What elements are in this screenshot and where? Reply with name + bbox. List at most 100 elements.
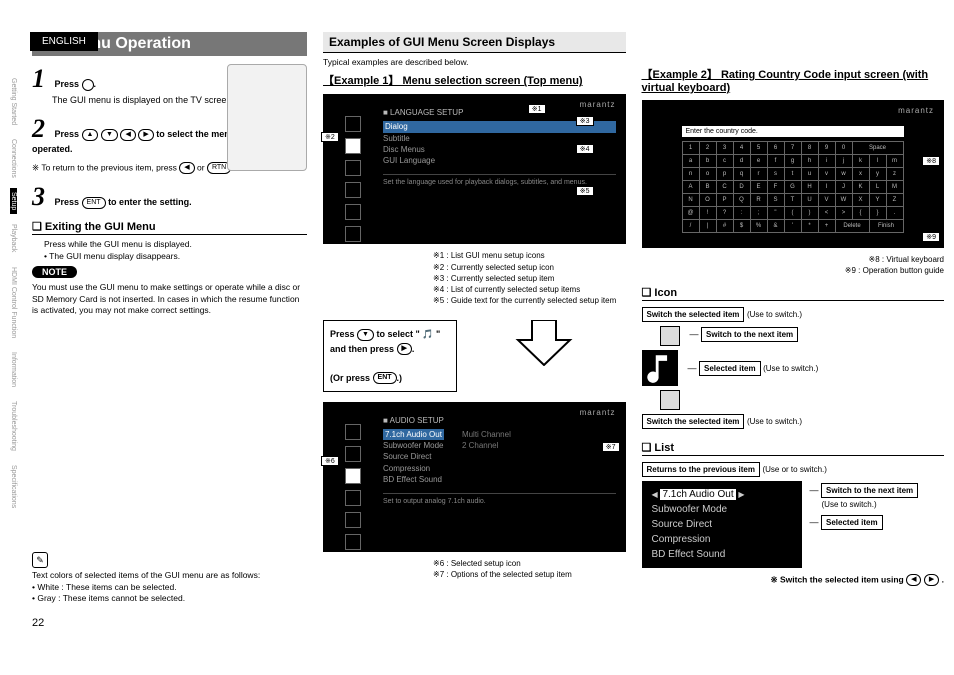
list-item: Subwoofer Mode bbox=[652, 504, 728, 515]
screen-guide-text: Set the language used for playback dialo… bbox=[383, 174, 616, 186]
side-tab: Connections bbox=[10, 135, 17, 182]
example1-legend: ※1 : List GUI menu setup icons ※2 : Curr… bbox=[433, 250, 626, 306]
menu-item: Subtitle bbox=[383, 133, 616, 144]
label-selected: Selected item bbox=[699, 361, 761, 376]
left-key-icon: ◀ bbox=[906, 574, 921, 586]
brand-label: marantz bbox=[580, 408, 616, 417]
right-key-icon: ▶ bbox=[924, 574, 939, 586]
examples-intro: Typical examples are described below. bbox=[323, 57, 626, 68]
colors-white: • White : These items can be selected. bbox=[32, 582, 307, 593]
label-selected: Selected item bbox=[821, 515, 883, 530]
callout-1: ※1 bbox=[528, 104, 546, 114]
callout-8: ※8 bbox=[922, 156, 940, 166]
icon-heading: ❑ Icon bbox=[642, 286, 945, 301]
callout-7: ※7 bbox=[602, 442, 620, 452]
step-text: Press bbox=[55, 129, 82, 139]
step-number: 1 bbox=[32, 64, 52, 94]
example1-screen: marantz ■ LANGUAGE SETUP Dialog Subtitle… bbox=[323, 94, 626, 244]
example1-heading: 【Example 1】 Menu selection screen (Top m… bbox=[323, 72, 626, 88]
example1b-legend: ※6 : Selected setup icon ※7 : Options of… bbox=[433, 558, 626, 580]
label-switch-bot: Switch the selected item bbox=[642, 414, 745, 429]
setup-category-icon bbox=[345, 160, 361, 176]
enter-key-icon: ENT bbox=[82, 197, 106, 209]
callout-4: ※4 bbox=[576, 144, 594, 154]
callout-5: ※5 bbox=[576, 186, 594, 196]
example2-heading: 【Example 2】 Rating Country Code input sc… bbox=[642, 66, 945, 94]
example2-screen: marantz Enter the country code. 12345678… bbox=[642, 100, 945, 248]
step-text: Press bbox=[55, 197, 82, 207]
use-hint: (Use to switch.) bbox=[822, 500, 919, 509]
page-number: 22 bbox=[32, 617, 944, 629]
up-key-icon: ▲ bbox=[82, 129, 99, 141]
setup-category-icon bbox=[345, 182, 361, 198]
use-hint: (Use or to switch.) bbox=[762, 465, 826, 474]
setup-category-icon-selected bbox=[345, 138, 361, 154]
menu-item: Subwoofer Mode bbox=[383, 440, 444, 451]
screen-guide-text: Set to output analog 7.1ch audio. bbox=[383, 493, 616, 505]
callout-9: ※9 bbox=[922, 232, 940, 242]
side-tab: Troubleshooting bbox=[10, 397, 17, 455]
list-item: BD Effect Sound bbox=[652, 549, 726, 560]
right-key-icon: ▶ bbox=[138, 129, 153, 141]
side-tab-active: Setup bbox=[10, 188, 17, 214]
return-note: ※ To return to the previous item, press bbox=[32, 162, 179, 172]
label-switch-top: Switch the selected item bbox=[642, 307, 745, 322]
list-box: ◀ 7.1ch Audio Out ▶ Subwoofer Mode Sourc… bbox=[642, 481, 802, 568]
example2-legend: ※8 : Virtual keyboard ※9 : Operation but… bbox=[642, 254, 945, 276]
pencil-icon: ✎ bbox=[32, 552, 48, 568]
side-tab: Playback bbox=[10, 220, 17, 256]
label-return: Returns to the previous item bbox=[642, 462, 760, 477]
example1b-screen: marantz ■ AUDIO SETUP 7.1ch Audio Out Su… bbox=[323, 402, 626, 552]
note-body: You must use the GUI menu to make settin… bbox=[32, 282, 307, 316]
callout-3: ※3 bbox=[576, 116, 594, 126]
use-hint: (Use to switch.) bbox=[747, 417, 802, 426]
left-key-icon: ◀ bbox=[179, 162, 194, 174]
colors-gray: • Gray : These items cannot be selected. bbox=[32, 593, 307, 604]
down-key-icon: ▼ bbox=[101, 129, 118, 141]
right-key-icon: ▶ bbox=[397, 343, 412, 355]
instruction-box: Press ▼ to select " 🎵 " and then press ▶… bbox=[323, 320, 457, 392]
keyboard-input-field: Enter the country code. bbox=[682, 126, 905, 137]
callout-6: ※6 bbox=[321, 456, 339, 466]
exit-bullet: • The GUI menu display disappears. bbox=[44, 251, 307, 262]
setup-category-icon bbox=[345, 116, 361, 132]
menu-item: BD Effect Sound bbox=[383, 474, 444, 485]
step-number: 3 bbox=[32, 182, 52, 212]
down-arrow-icon bbox=[514, 320, 574, 366]
right-tri-icon: ▶ bbox=[738, 489, 744, 501]
setup-category-icon bbox=[345, 490, 361, 506]
screen-heading: ■ AUDIO SETUP bbox=[383, 416, 616, 425]
setup-category-icon bbox=[345, 512, 361, 528]
setup-category-icon-selected bbox=[345, 468, 361, 484]
side-tab: HDMI Control Function bbox=[10, 263, 17, 342]
menu-item: Source Direct bbox=[383, 451, 444, 462]
virtual-keyboard: 1234567890Space abcdefghijklm nopqrstuvw… bbox=[682, 141, 904, 233]
list-item-selected: 7.1ch Audio Out bbox=[660, 489, 735, 500]
left-tri-icon: ◀ bbox=[652, 489, 658, 501]
option-item: 2 Channel bbox=[462, 440, 511, 451]
label-next: Switch to the next item bbox=[821, 483, 918, 498]
note-label: NOTE bbox=[32, 266, 77, 278]
list-diagram: Returns to the previous item (Use or to … bbox=[642, 462, 945, 586]
left-key-icon: ◀ bbox=[120, 129, 135, 141]
list-item: Compression bbox=[652, 534, 711, 545]
step-text: Press bbox=[55, 79, 82, 89]
step-number: 2 bbox=[32, 114, 52, 144]
icon-placeholder bbox=[660, 390, 680, 410]
colors-intro: Text colors of selected items of the GUI… bbox=[32, 570, 307, 581]
icon-placeholder bbox=[660, 326, 680, 346]
setup-category-icon bbox=[345, 424, 361, 440]
label-next: Switch to the next item bbox=[701, 327, 798, 342]
setup-category-icon bbox=[345, 226, 361, 242]
remote-control-illustration bbox=[227, 64, 307, 171]
setup-category-icon bbox=[345, 204, 361, 220]
menu-item-selected: 7.1ch Audio Out bbox=[383, 429, 444, 440]
selected-big-icon bbox=[642, 350, 678, 386]
exit-heading: ❑ Exiting the GUI Menu bbox=[32, 220, 307, 235]
examples-heading: Examples of GUI Menu Screen Displays bbox=[323, 32, 626, 53]
use-hint: (Use to switch.) bbox=[763, 364, 818, 373]
setup-category-icon bbox=[345, 534, 361, 550]
language-tab: ENGLISH bbox=[30, 32, 98, 51]
setup-category-icon bbox=[345, 446, 361, 462]
menu-item: GUI Language bbox=[383, 155, 616, 166]
